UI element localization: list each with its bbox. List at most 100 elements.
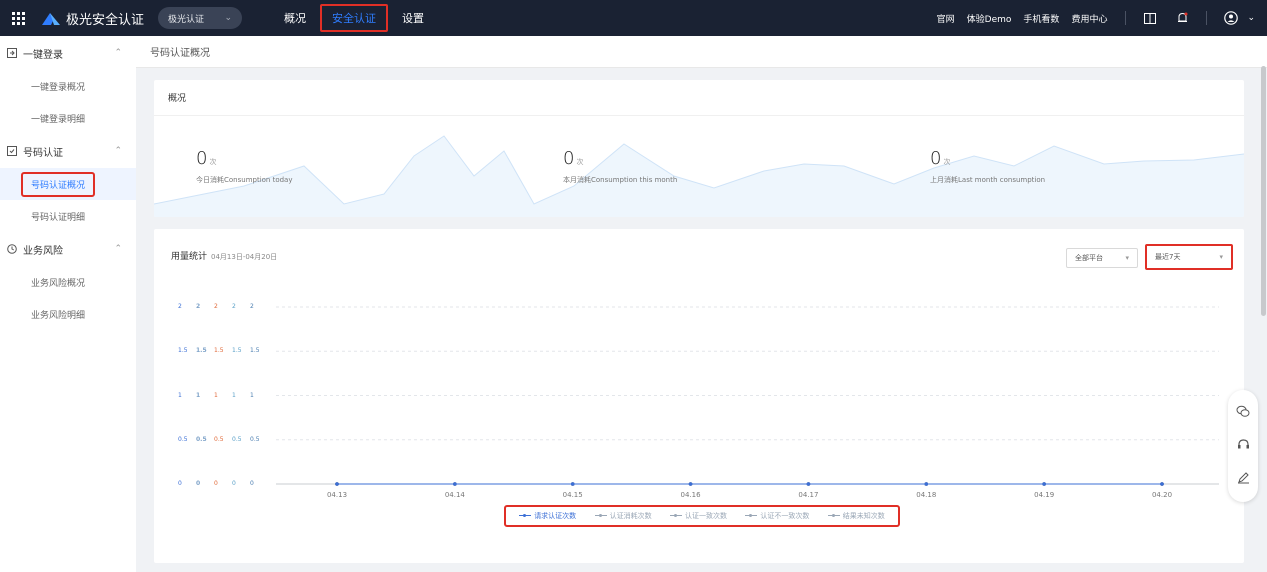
apps-grid-icon[interactable] [0,0,36,36]
legend-marker [827,513,840,519]
legend-item-unknown[interactable]: 结果未知次数 [827,511,885,521]
y-tick-label: 2 [232,303,236,310]
legend-label: 认证消耗次数 [609,512,652,520]
legend-item-requests[interactable]: 请求认证次数 [519,511,576,521]
sidebar-item-risk-detail[interactable]: 业务风险明细 [0,298,136,330]
sidebar-item-label: 业务风险概况 [31,278,86,289]
series-point[interactable] [1160,482,1164,486]
product-select[interactable]: 极光认证 ⌄ [158,7,243,29]
link-official-site[interactable]: 官网 [931,12,961,25]
top-nav: 概况 安全认证 设置 [270,4,438,32]
overview-title: 概况 [154,80,1244,116]
brand-name: 极光安全认证 [66,12,145,28]
legend-label: 认证一致次数 [684,512,727,520]
sidebar-item-label: 业务风险明细 [31,310,86,321]
y-tick-label: 0 [196,480,201,487]
sidebar-group-one-click-login[interactable]: 一键登录 ⌃ [0,36,136,70]
book-icon[interactable] [1138,6,1162,30]
y-tick-label: 1 [232,391,236,399]
wechat-icon[interactable] [1236,405,1250,421]
series-point[interactable] [453,482,457,486]
y-tick-label: 0.5 [196,435,207,443]
y-tick-label: 2 [250,303,254,310]
y-tick-label: 2 [196,303,201,310]
y-tick-label: 2 [178,303,182,310]
y-tick-label: 0 [250,480,254,487]
sidebar-item-number-verify-detail[interactable]: 号码认证明细 [0,200,136,232]
y-tick-label: 1 [196,391,201,399]
nav-overview[interactable]: 概况 [270,4,320,32]
metric-unit: 次 [209,158,217,166]
metric-today: 0次 今日消耗Consumption today [196,148,293,185]
legend-item-inconsistent[interactable]: 认证不一致次数 [745,511,809,521]
sidebar-item-login-overview[interactable]: 一键登录概况 [0,70,136,102]
chevron-down-icon[interactable]: ⌄ [1247,13,1255,23]
link-mobile-stats[interactable]: 手机看数 [1017,12,1065,25]
y-tick-label: 1 [250,391,254,399]
bell-icon[interactable] [1170,6,1194,30]
metric-this-month: 0次 本月消耗Consumption this month [563,148,677,185]
series-point[interactable] [335,482,339,486]
link-demo[interactable]: 体验Demo [961,12,1018,25]
y-tick-label: 1.5 [250,347,260,355]
legend-label: 认证不一致次数 [760,512,810,520]
product-select-value: 极光认证 [168,14,205,25]
sidebar-item-label: 号码认证明细 [31,212,86,223]
logo[interactable]: 极光安全认证 [42,9,144,28]
y-tick-label: 2 [214,303,218,310]
headset-icon[interactable] [1237,438,1250,454]
chevron-up-icon: ⌃ [114,146,122,156]
y-tick-label: 0 [232,480,236,487]
sidebar-item-login-detail[interactable]: 一键登录明细 [0,102,136,134]
nav-settings[interactable]: 设置 [388,4,438,32]
sidebar-item-label: 号码认证概况 [21,171,96,197]
top-right-tools: 官网 体验Demo 手机看数 费用中心 ⌄ [931,0,1267,36]
floating-toolbar [1228,390,1258,502]
metric-unit: 次 [943,158,951,166]
legend-marker [745,513,758,519]
x-tick-label: 04.17 [798,491,819,499]
sidebar: 一键登录 ⌃ 一键登录概况 一键登录明细 号码认证 ⌃ 号码认证概况 号码认证明… [0,36,136,572]
metric-last-month: 0次 上月消耗Last month consumption [930,148,1045,185]
sidebar-group-business-risk[interactable]: 业务风险 ⌃ [0,232,136,266]
metric-value: 0 [196,148,208,169]
metric-unit: 次 [576,158,584,166]
x-tick-label: 04.20 [1151,491,1173,499]
legend-label: 请求认证次数 [534,512,577,520]
scrollbar[interactable] [1261,66,1266,316]
y-tick-label: 1 [214,391,218,399]
legend-item-consistent[interactable]: 认证一致次数 [669,511,727,521]
login-icon [6,47,18,59]
nav-security-auth[interactable]: 安全认证 [320,4,389,32]
user-avatar-icon[interactable] [1219,6,1243,30]
sidebar-group-label: 号码认证 [23,147,63,159]
sidebar-item-risk-overview[interactable]: 业务风险概况 [0,266,136,298]
edit-icon[interactable] [1237,471,1250,487]
brand-logo-icon [42,13,60,25]
y-tick-label: 1.5 [232,347,242,355]
sidebar-group-number-verify[interactable]: 号码认证 ⌃ [0,134,136,168]
series-point[interactable] [688,482,693,486]
chart-legend: 请求认证次数 认证消耗次数 认证一致次数 认证不一致次数 结果未知次数 [504,505,900,527]
legend-item-consumed[interactable]: 认证消耗次数 [594,511,652,521]
legend-label: 结果未知次数 [842,512,885,520]
y-tick-label: 0 [178,480,182,487]
link-billing[interactable]: 费用中心 [1065,12,1113,25]
page-title: 号码认证概况 [150,48,210,59]
y-tick-label: 1.5 [178,347,188,355]
sidebar-group-label: 业务风险 [23,245,63,257]
series-point[interactable] [924,482,929,486]
metric-label: 上月消耗Last month consumption [930,176,1046,184]
y-tick-label: 0.5 [250,435,260,443]
usage-card: 用量统计 04月13日-04月20日 全部平台 ▾ 最近7天 ▾ 0 0.5 1 1.5 2 0… [154,229,1244,563]
series-point[interactable] [570,482,575,486]
series-point[interactable] [806,482,811,486]
decorative-wave [154,135,1244,217]
y-tick-label: 1.5 [214,347,224,355]
y-tick-label: 0 [214,480,218,487]
series-point[interactable] [1042,482,1046,486]
sidebar-item-number-verify-overview[interactable]: 号码认证概况 [0,168,136,200]
top-bar: 极光安全认证 极光认证 ⌄ 概况 安全认证 设置 官网 体验Demo 手机看数 … [0,0,1267,36]
chevron-up-icon: ⌃ [114,244,122,254]
x-tick-label: 04.18 [916,491,937,499]
